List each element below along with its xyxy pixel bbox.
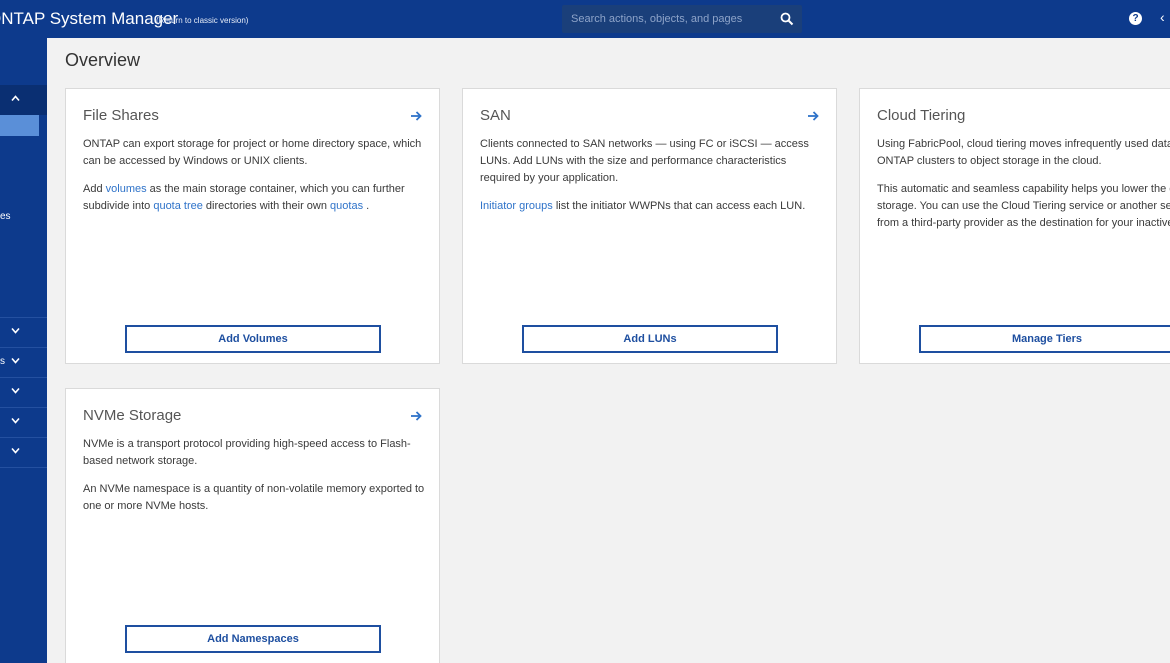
add-namespaces-button[interactable]: Add Namespaces [125, 625, 381, 653]
help-icon[interactable]: ? [1129, 12, 1142, 25]
card-description: ONTAP can export storage for project or … [83, 136, 423, 226]
card-description: Clients connected to SAN networks — usin… [480, 136, 820, 226]
quota-tree-link[interactable]: quota tree [153, 200, 203, 212]
card-file-shares: File Shares ONTAP can export storage for… [65, 88, 440, 364]
top-bar: ONTAP System Manager (Return to classic … [0, 0, 1170, 38]
sidebar: es s [0, 38, 47, 663]
sidebar-section-cluster[interactable] [0, 437, 47, 467]
search-box[interactable] [562, 5, 802, 33]
search-icon[interactable] [780, 12, 794, 26]
card-cloud-tiering: Cloud Tiering Using FabricPool, cloud ti… [859, 88, 1170, 364]
sidebar-section-protection[interactable] [0, 377, 47, 407]
sidebar-section-hosts[interactable] [0, 407, 47, 437]
arrow-right-icon[interactable] [410, 410, 422, 422]
card-paragraph: Initiator groups list the initiator WWPN… [480, 200, 806, 212]
card-paragraph: Using FabricPool, cloud tiering moves in… [877, 138, 1170, 167]
sidebar-item-label: es [0, 211, 11, 222]
card-title: File Shares [83, 107, 159, 124]
add-volumes-button[interactable]: Add Volumes [125, 325, 381, 353]
manage-tiers-button[interactable]: Manage Tiers [919, 325, 1170, 353]
card-paragraph: NVMe is a transport protocol providing h… [83, 438, 411, 467]
card-title: Cloud Tiering [877, 107, 966, 124]
sidebar-section-events[interactable]: s [0, 347, 47, 377]
page-title: Overview [65, 50, 141, 70]
quotas-link[interactable]: quotas [330, 200, 363, 212]
arrow-right-icon[interactable] [410, 110, 422, 122]
card-paragraph: An NVMe namespace is a quantity of non-v… [83, 483, 425, 512]
sidebar-item-overview-active[interactable] [0, 115, 39, 136]
search-input[interactable] [562, 5, 772, 33]
add-luns-button[interactable]: Add LUNs [522, 325, 778, 353]
arrow-right-icon[interactable] [807, 110, 819, 122]
card-paragraph: This automatic and seamless capability h… [877, 183, 1170, 229]
card-paragraph: ONTAP can export storage for project or … [83, 138, 422, 167]
chevron-down-icon [11, 327, 20, 334]
card-title: NVMe Storage [83, 407, 182, 424]
collapse-icon[interactable]: ‹ [1160, 9, 1165, 25]
sidebar-divider [0, 467, 47, 468]
sidebar-section-network[interactable] [0, 317, 47, 347]
card-paragraph: Clients connected to SAN networks — usin… [480, 138, 809, 184]
card-san: SAN Clients connected to SAN networks — … [462, 88, 837, 364]
card-description: Using FabricPool, cloud tiering moves in… [877, 136, 1170, 243]
initiator-groups-link[interactable]: Initiator groups [480, 200, 553, 212]
chevron-up-icon [11, 95, 20, 102]
chevron-down-icon [11, 417, 20, 424]
chevron-down-icon [11, 357, 20, 364]
chevron-down-icon [11, 387, 20, 394]
chevron-down-icon [11, 447, 20, 454]
card-description: NVMe is a transport protocol providing h… [83, 436, 428, 526]
return-to-classic-link[interactable]: (Return to classic version) [156, 16, 248, 25]
sidebar-section-storage[interactable] [0, 85, 47, 115]
volumes-link[interactable]: volumes [106, 183, 147, 195]
card-nvme-storage: NVMe Storage NVMe is a transport protoco… [65, 388, 440, 663]
card-title: SAN [480, 107, 511, 124]
sidebar-item-label: s [0, 356, 5, 367]
app-title: ONTAP System Manager [0, 9, 179, 28]
card-paragraph: Add volumes as the main storage containe… [83, 183, 405, 212]
